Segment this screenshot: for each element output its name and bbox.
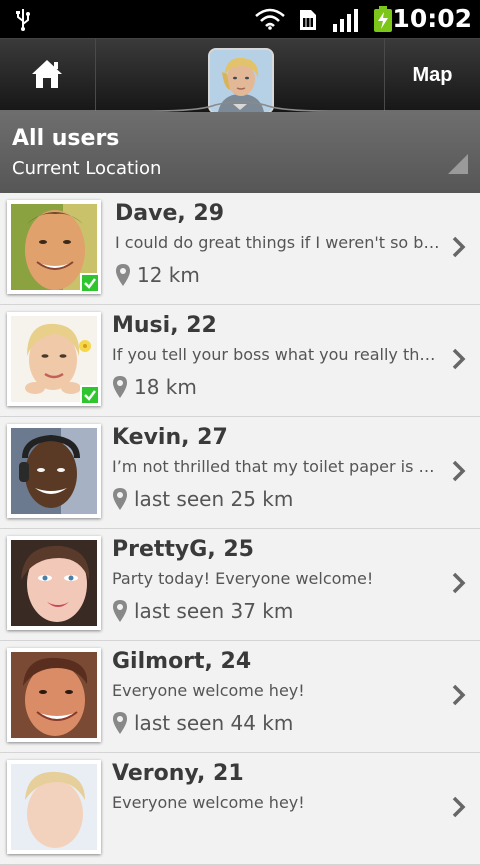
user-location: last seen 37 km xyxy=(112,599,293,623)
user-photo xyxy=(11,652,97,738)
user-status-message: If you tell your boss what you really th… xyxy=(112,345,437,364)
user-status-message: Everyone welcome hey! xyxy=(112,793,305,812)
user-photo xyxy=(11,428,97,514)
sim-card-icon xyxy=(299,9,317,35)
user-location: last seen 44 km xyxy=(112,711,293,735)
user-photo xyxy=(11,764,97,850)
list-item[interactable]: Kevin, 27 I’m not thrilled that my toile… xyxy=(0,417,480,529)
location-pin-icon xyxy=(116,264,130,286)
user-distance: 18 km xyxy=(134,375,197,399)
home-icon xyxy=(32,60,62,88)
list-item[interactable]: Musi, 22 If you tell your boss what you … xyxy=(0,305,480,417)
status-clock: 10:02 xyxy=(392,4,472,33)
filter-dropdown[interactable]: All users Current Location xyxy=(0,112,480,193)
location-pin-icon xyxy=(113,712,127,734)
wifi-icon xyxy=(254,8,286,34)
user-photo-frame xyxy=(7,200,101,294)
chevron-right-icon xyxy=(452,684,466,706)
user-photo-frame xyxy=(7,424,101,518)
chevron-right-icon xyxy=(452,460,466,482)
user-name: PrettyG, 25 xyxy=(112,537,254,562)
location-pin-icon xyxy=(113,376,127,398)
chevron-right-icon xyxy=(452,236,466,258)
user-status-message: Party today! Everyone welcome! xyxy=(112,569,374,588)
user-location: last seen 25 km xyxy=(112,487,293,511)
chevron-right-icon xyxy=(452,572,466,594)
user-distance: 12 km xyxy=(137,263,200,287)
usb-icon xyxy=(14,7,32,35)
user-photo-frame xyxy=(7,648,101,742)
chevron-right-icon xyxy=(452,348,466,370)
battery-charging-icon xyxy=(373,6,393,36)
user-name: Kevin, 27 xyxy=(112,425,228,450)
user-name: Dave, 29 xyxy=(115,201,225,226)
dropdown-corner-icon xyxy=(448,154,468,174)
user-status-message: Everyone welcome hey! xyxy=(112,681,305,700)
location-pin-icon xyxy=(113,600,127,622)
online-badge-icon xyxy=(80,273,100,293)
signal-icon xyxy=(333,8,359,36)
user-name: Gilmort, 24 xyxy=(112,649,252,674)
list-item[interactable]: Verony, 21 Everyone welcome hey! xyxy=(0,753,480,865)
user-location: 18 km xyxy=(112,375,197,399)
user-name: Verony, 21 xyxy=(112,761,244,786)
user-list: Dave, 29 I could do great things if I we… xyxy=(0,193,480,865)
user-distance: last seen 25 km xyxy=(134,487,294,511)
online-badge-icon xyxy=(80,385,100,405)
user-distance: last seen 44 km xyxy=(134,711,294,735)
user-location: 12 km xyxy=(115,263,200,287)
user-distance: last seen 37 km xyxy=(134,599,294,623)
action-bar: Map xyxy=(0,38,480,114)
list-item[interactable]: Gilmort, 24 Everyone welcome hey! last s… xyxy=(0,641,480,753)
list-item[interactable]: Dave, 29 I could do great things if I we… xyxy=(0,193,480,305)
user-name: Musi, 22 xyxy=(112,313,217,338)
user-photo xyxy=(11,540,97,626)
user-photo-frame xyxy=(7,536,101,630)
status-bar: 10:02 xyxy=(0,0,480,38)
location-pin-icon xyxy=(113,488,127,510)
user-photo-frame xyxy=(7,312,101,406)
user-status-message: I could do great things if I weren't so … xyxy=(115,233,440,252)
user-photo-frame xyxy=(7,760,101,854)
user-status-message: I’m not thrilled that my toilet paper is… xyxy=(112,457,437,476)
chevron-right-icon xyxy=(452,796,466,818)
filter-subtitle: Current Location xyxy=(12,158,162,179)
filter-title: All users xyxy=(12,126,120,151)
list-item[interactable]: PrettyG, 25 Party today! Everyone welcom… xyxy=(0,529,480,641)
